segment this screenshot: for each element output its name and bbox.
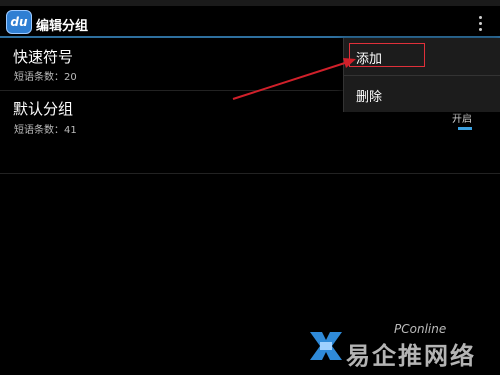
annotation-arrow: [232, 58, 356, 100]
watermark-logo-icon: [310, 332, 342, 360]
watermark-brand: PConline: [394, 322, 447, 336]
watermark: PConline 易企推网络: [308, 322, 498, 372]
watermark-text: 易企推网络: [346, 342, 476, 370]
